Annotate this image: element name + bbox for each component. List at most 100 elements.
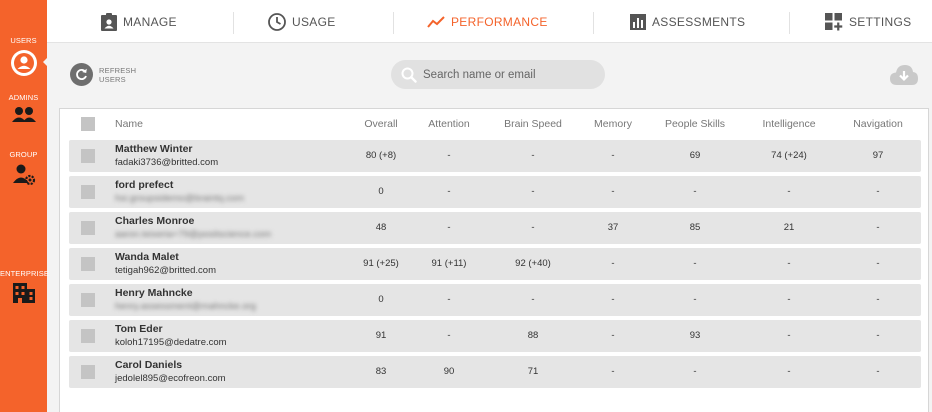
score-brain-speed: -	[531, 186, 535, 197]
table-row[interactable]: Carol Daniels jedolel895@ecofreon.com 83 90…	[69, 356, 921, 388]
row-checkbox[interactable]	[81, 329, 95, 343]
user-name[interactable]: Carol Daniels	[115, 359, 315, 372]
score-attention: -	[447, 294, 451, 305]
score-overall: 80 (+8)	[365, 150, 397, 161]
tab-settings[interactable]: SETTINGS	[825, 0, 911, 43]
user-cell: Wanda Malet tetigah962@britted.com	[115, 251, 315, 277]
sidebar-item-admins[interactable]: ADMINS	[0, 93, 47, 127]
score-intelligence: -	[787, 258, 791, 269]
search-icon	[401, 67, 417, 83]
score-overall: 83	[375, 366, 387, 377]
score-intelligence: -	[787, 330, 791, 341]
score-brain-speed: 92 (+40)	[515, 258, 551, 269]
user-cell: ford prefect hsi.groupsidemo@braintq.com	[115, 179, 315, 205]
column-header-navigation[interactable]: Navigation	[853, 118, 903, 130]
tab-manage[interactable]: MANAGE	[101, 0, 177, 43]
user-email: henry.assessment@mahncke.org	[115, 301, 256, 312]
user-circle-icon	[10, 50, 37, 76]
score-attention: 90	[443, 366, 455, 377]
sidebar-item-group[interactable]: GROUP	[0, 150, 47, 188]
user-email: jedolel895@ecofreon.com	[115, 373, 226, 384]
table-row[interactable]: Wanda Malet tetigah962@britted.com 91 (+25…	[69, 248, 921, 280]
score-memory: -	[611, 258, 615, 269]
score-brain-speed: -	[531, 294, 535, 305]
user-name[interactable]: ford prefect	[115, 179, 315, 192]
group-settings-icon	[12, 164, 35, 186]
column-header-name[interactable]: Name	[115, 118, 143, 130]
score-intelligence: -	[787, 186, 791, 197]
score-overall: 0	[378, 186, 384, 197]
search-bar[interactable]	[391, 60, 605, 89]
table-row[interactable]: Tom Eder koloh17195@dedatre.com 91 - 88 - 93 - -	[69, 320, 921, 352]
sidebar-item-label: ENTERPRISE	[0, 269, 49, 278]
score-overall: 91	[375, 330, 387, 341]
score-navigation: -	[876, 294, 880, 305]
tab-label: ASSESSMENTS	[652, 14, 746, 29]
user-cell: Carol Daniels jedolel895@ecofreon.com	[115, 359, 315, 385]
tab-assessments[interactable]: ASSESSMENTS	[630, 0, 745, 43]
row-checkbox[interactable]	[81, 293, 95, 307]
score-people-skills: -	[693, 186, 697, 197]
tab-divider	[593, 12, 594, 34]
clock-icon	[268, 12, 286, 31]
tab-usage[interactable]: USAGE	[268, 0, 336, 43]
score-people-skills: -	[693, 258, 697, 269]
user-name[interactable]: Henry Mahncke	[115, 287, 315, 300]
select-all-checkbox[interactable]	[81, 117, 95, 131]
row-checkbox[interactable]	[81, 185, 95, 199]
grid-plus-icon	[825, 12, 843, 30]
column-header-memory[interactable]: Memory	[594, 118, 632, 130]
score-intelligence: -	[787, 366, 791, 377]
refresh-icon	[70, 63, 93, 86]
row-checkbox[interactable]	[81, 257, 95, 271]
score-attention: -	[447, 186, 451, 197]
sidebar-item-label: GROUP	[9, 150, 38, 159]
table-row[interactable]: Charles Monroe aaron.teixeria+79@positsci…	[69, 212, 921, 244]
refresh-users-button[interactable]: REFRESH USERS	[70, 63, 139, 86]
user-email: fadaki3736@britted.com	[115, 157, 219, 168]
search-input[interactable]	[423, 68, 593, 81]
admins-icon	[11, 107, 36, 122]
tab-label: SETTINGS	[849, 14, 912, 29]
row-checkbox[interactable]	[81, 365, 95, 379]
score-navigation: -	[876, 186, 880, 197]
score-memory: -	[611, 150, 615, 161]
row-checkbox[interactable]	[81, 221, 95, 235]
user-email: hsi.groupsidemo@braintq.com	[115, 193, 244, 204]
column-header-attention[interactable]: Attention	[428, 118, 469, 130]
score-attention: -	[447, 330, 451, 341]
score-people-skills: -	[693, 294, 697, 305]
user-cell: Henry Mahncke henry.assessment@mahncke.or…	[115, 287, 315, 313]
score-attention: 91 (+11)	[431, 258, 467, 269]
user-name[interactable]: Wanda Malet	[115, 251, 315, 264]
score-people-skills: -	[693, 366, 697, 377]
score-memory: -	[611, 294, 615, 305]
tab-label: MANAGE	[123, 14, 177, 29]
column-header-intelligence[interactable]: Intelligence	[762, 118, 815, 130]
user-name[interactable]: Matthew Winter	[115, 143, 315, 156]
tab-performance[interactable]: PERFORMANCE	[427, 0, 548, 43]
sidebar-item-users[interactable]: USERS	[0, 36, 47, 78]
score-overall: 48	[375, 222, 387, 233]
cloud-download-button[interactable]	[889, 64, 919, 91]
sidebar-item-enterprise[interactable]: ENTERPRISE	[0, 269, 49, 305]
table-row[interactable]: ford prefect hsi.groupsidemo@braintq.com 0…	[69, 176, 921, 208]
table-row[interactable]: Matthew Winter fadaki3736@britted.com 80 (…	[69, 140, 921, 172]
user-name[interactable]: Charles Monroe	[115, 215, 315, 228]
table-header: Name Overall Attention Brain Speed Memor…	[69, 109, 921, 139]
score-people-skills: 85	[689, 222, 701, 233]
refresh-label: REFRESH USERS	[99, 65, 137, 84]
active-indicator	[43, 56, 49, 68]
table-row[interactable]: Henry Mahncke henry.assessment@mahncke.or…	[69, 284, 921, 316]
column-header-people-skills[interactable]: People Skills	[665, 118, 725, 130]
column-header-brain-speed[interactable]: Brain Speed	[504, 118, 562, 130]
column-header-overall[interactable]: Overall	[364, 118, 397, 130]
user-name[interactable]: Tom Eder	[115, 323, 315, 336]
score-memory: -	[611, 330, 615, 341]
score-navigation: 97	[872, 150, 884, 161]
score-overall: 0	[378, 294, 384, 305]
users-table: Name Overall Attention Brain Speed Memor…	[59, 108, 929, 412]
user-cell: Matthew Winter fadaki3736@britted.com	[115, 143, 315, 169]
row-checkbox[interactable]	[81, 149, 95, 163]
user-email: aaron.teixeria+79@positscience.com	[115, 229, 272, 240]
